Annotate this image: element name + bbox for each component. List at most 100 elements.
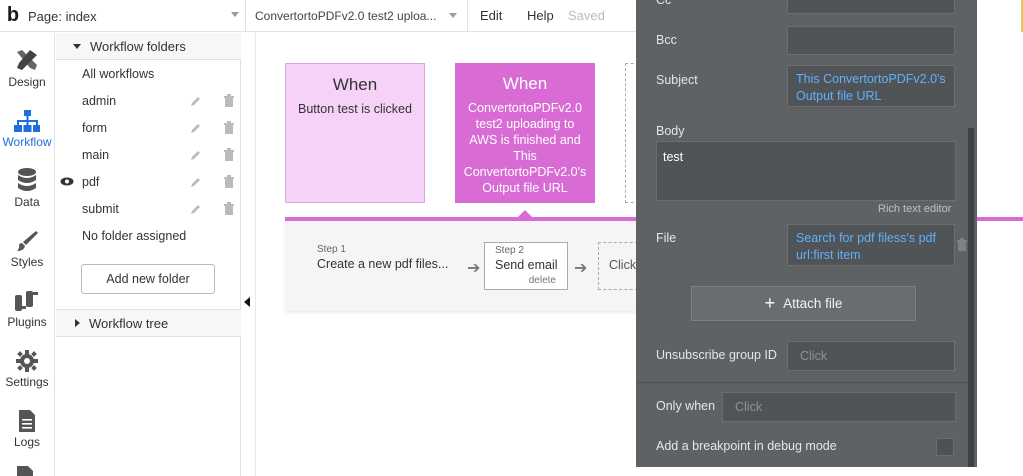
send-email-property-editor: Cc Bcc Subject This ConvertortoPDFv2.0's… <box>636 0 977 467</box>
rail-item-data[interactable]: Data <box>0 161 54 221</box>
folder-item-admin[interactable]: admin <box>56 87 241 114</box>
rail-label: Plugins <box>7 315 47 329</box>
rich-text-editor-link[interactable]: Rich text editor <box>878 203 951 215</box>
document-icon <box>17 401 37 433</box>
cc-field[interactable] <box>787 0 955 14</box>
trash-icon[interactable] <box>223 148 235 161</box>
workflow-tree-header[interactable]: Workflow tree <box>56 309 241 337</box>
pencil-icon[interactable] <box>190 149 202 161</box>
workflow-icon <box>14 101 40 133</box>
chevron-down-icon <box>449 13 457 18</box>
folders-header-label: Workflow folders <box>90 38 186 54</box>
workflow-selector-label: ConvertortoPDFv2.0 test2 uploa... <box>255 9 437 23</box>
chevron-down-icon <box>231 12 239 17</box>
pencil-icon[interactable] <box>190 122 202 134</box>
add-new-folder-button[interactable]: Add new folder <box>81 264 215 294</box>
tree-header-label: Workflow tree <box>89 315 169 331</box>
pencil-icon[interactable] <box>190 95 202 107</box>
breakpoint-checkbox[interactable] <box>936 438 954 456</box>
event-title: When <box>502 74 548 93</box>
step-name: Send email <box>495 258 558 272</box>
canvas-edge <box>977 0 1023 216</box>
step-name: Create a new pdf files... <box>317 257 449 271</box>
workflow-folders-panel: Workflow folders All workflows admin for… <box>56 33 241 476</box>
event-card-button-clicked[interactable]: When Button test is clicked <box>285 63 425 203</box>
rail-item-settings[interactable]: Settings <box>0 341 54 401</box>
eye-icon[interactable] <box>60 177 74 186</box>
body-label: Body <box>656 124 685 138</box>
file-dynamic-value[interactable]: Search for pdf filess's pdf url:first it… <box>796 230 950 264</box>
event-description: ConvertortoPDFv2.0 test2 uploading to AW… <box>463 101 587 195</box>
cc-label: Cc <box>656 0 672 7</box>
step-1[interactable]: Step 1 Create a new pdf files... <box>317 244 448 271</box>
folder-label: pdf <box>82 174 100 189</box>
rail-item-styles[interactable]: Styles <box>0 221 54 281</box>
add-step-placeholder[interactable]: Click <box>598 242 638 290</box>
unsubscribe-group-field[interactable]: Click <box>787 341 955 371</box>
trash-icon[interactable] <box>223 94 235 107</box>
brush-icon <box>15 221 39 253</box>
workflow-folders-header[interactable]: Workflow folders <box>56 33 241 60</box>
design-icon <box>14 41 40 73</box>
event-description: Button test is clicked <box>298 102 412 116</box>
event-card-upload-finished[interactable]: When ConvertortoPDFv2.0 test2 uploading … <box>455 63 595 203</box>
delete-step-link[interactable]: delete <box>529 275 556 286</box>
subject-label: Subject <box>656 73 698 87</box>
folder-label: All workflows <box>82 66 155 81</box>
rail-label: Workflow <box>2 135 52 149</box>
trash-icon[interactable] <box>223 121 235 134</box>
body-value: test <box>663 150 684 164</box>
attach-file-button[interactable]: + Attach file <box>691 286 916 321</box>
saved-status: Saved <box>568 8 605 23</box>
bcc-field[interactable] <box>787 26 955 55</box>
database-icon <box>16 161 38 193</box>
trash-icon[interactable] <box>956 238 968 251</box>
body-field[interactable]: test <box>656 141 956 201</box>
only-when-field[interactable]: Click <box>722 392 956 422</box>
help-menu[interactable]: Help <box>527 8 554 23</box>
breakpoint-label: Add a breakpoint in debug mode <box>656 439 837 453</box>
pencil-icon[interactable] <box>190 176 202 188</box>
bubble-logo[interactable]: b <box>2 0 24 32</box>
trash-icon[interactable] <box>223 202 235 215</box>
bcc-label: Bcc <box>656 33 677 47</box>
folder-label: main <box>82 147 110 162</box>
document-icon[interactable] <box>15 465 35 476</box>
rail-label: Styles <box>10 255 44 269</box>
edit-menu[interactable]: Edit <box>480 8 502 23</box>
step-2[interactable]: Step 2 Send email delete <box>484 242 568 290</box>
rail-label: Design <box>8 75 46 89</box>
trash-icon[interactable] <box>223 175 235 188</box>
folder-item-main[interactable]: main <box>56 141 241 168</box>
folder-label: form <box>82 120 107 135</box>
section-divider <box>636 382 969 383</box>
file-field[interactable]: Search for pdf filess's pdf url:first it… <box>787 224 955 266</box>
subject-field[interactable]: This ConvertortoPDFv2.0's Output file UR… <box>787 65 955 107</box>
rail-item-workflow[interactable]: Workflow <box>0 101 54 161</box>
page-selector-label: Page: index <box>28 8 97 24</box>
event-title: When <box>332 75 378 94</box>
arrow-right-icon: ➔ <box>467 260 481 277</box>
editor-scrollbar[interactable] <box>968 128 974 467</box>
gear-icon <box>15 341 39 373</box>
subject-dynamic-value[interactable]: This ConvertortoPDFv2.0's Output file UR… <box>796 71 950 105</box>
rail-item-logs[interactable]: Logs <box>0 401 54 461</box>
arrow-right-icon: ➔ <box>574 260 588 277</box>
workflow-selector[interactable]: ConvertortoPDFv2.0 test2 uploa... <box>248 0 468 32</box>
folder-item-pdf[interactable]: pdf <box>56 168 241 195</box>
folder-item-no-folder[interactable]: No folder assigned <box>56 222 241 249</box>
rail-label: Logs <box>13 435 41 449</box>
step-number: Step 2 <box>495 245 524 256</box>
folder-item-submit[interactable]: submit <box>56 195 241 222</box>
sidebar-rail: Design Workflow Data Styles Plugins Sett… <box>0 33 55 476</box>
rail-item-design[interactable]: Design <box>0 41 54 101</box>
folder-item-form[interactable]: form <box>56 114 241 141</box>
folder-label: admin <box>82 93 117 108</box>
only-when-placeholder: Click <box>735 400 763 414</box>
step-number: Step 1 <box>317 244 346 255</box>
collapse-panel-icon[interactable] <box>244 297 250 307</box>
folder-item-all-workflows[interactable]: All workflows <box>56 60 241 87</box>
page-selector[interactable]: Page: index <box>24 0 246 32</box>
pencil-icon[interactable] <box>190 203 202 215</box>
rail-item-plugins[interactable]: Plugins <box>0 281 54 341</box>
